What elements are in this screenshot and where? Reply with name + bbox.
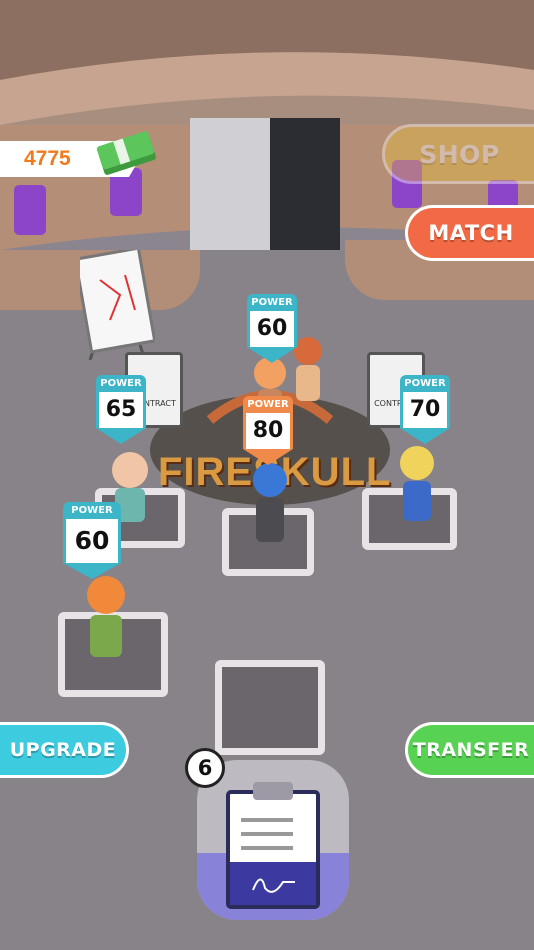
clipboard-icon bbox=[226, 782, 320, 909]
power-value: 70 bbox=[400, 392, 450, 428]
empty-player-slot[interactable] bbox=[215, 660, 325, 755]
power-value: 80 bbox=[243, 413, 293, 449]
transfer-button[interactable]: TRANSFER bbox=[405, 722, 534, 778]
power-tag-label: POWER bbox=[96, 375, 146, 392]
power-value: 65 bbox=[96, 392, 146, 428]
transfer-button-label: TRANSFER bbox=[412, 739, 530, 761]
upgrade-button-label: UPGRADE bbox=[9, 739, 117, 761]
player-figure[interactable] bbox=[80, 575, 132, 660]
upgrade-button[interactable]: UPGRADE bbox=[0, 722, 129, 778]
money-amount: 4775 bbox=[24, 147, 71, 170]
shop-button[interactable]: SHOP bbox=[382, 124, 534, 184]
power-tag-label: POWER bbox=[63, 502, 121, 519]
power-tag-label: POWER bbox=[243, 396, 293, 413]
player-figure[interactable] bbox=[395, 445, 439, 525]
jersey-icon bbox=[14, 185, 46, 235]
contract-count-badge: 6 bbox=[185, 748, 225, 788]
power-tag: POWER 70 bbox=[400, 375, 450, 444]
cash-stack-icon bbox=[96, 131, 156, 175]
contract-clipboard-button[interactable] bbox=[197, 760, 349, 920]
shop-button-label: SHOP bbox=[419, 139, 500, 169]
match-button[interactable]: MATCH bbox=[405, 205, 534, 261]
match-button-label: MATCH bbox=[428, 221, 514, 245]
power-tag: POWER 60 bbox=[247, 294, 297, 363]
power-tag-label: POWER bbox=[400, 375, 450, 392]
power-value: 60 bbox=[63, 519, 121, 563]
doorway bbox=[190, 118, 340, 258]
power-tag: POWER 60 bbox=[63, 502, 121, 579]
tactics-board bbox=[80, 250, 155, 360]
power-tag-label: POWER bbox=[247, 294, 297, 311]
power-tag: POWER 65 bbox=[96, 375, 146, 444]
player-figure[interactable] bbox=[248, 462, 292, 547]
power-tag-selected: POWER 80 bbox=[243, 396, 293, 465]
power-value: 60 bbox=[247, 311, 297, 347]
